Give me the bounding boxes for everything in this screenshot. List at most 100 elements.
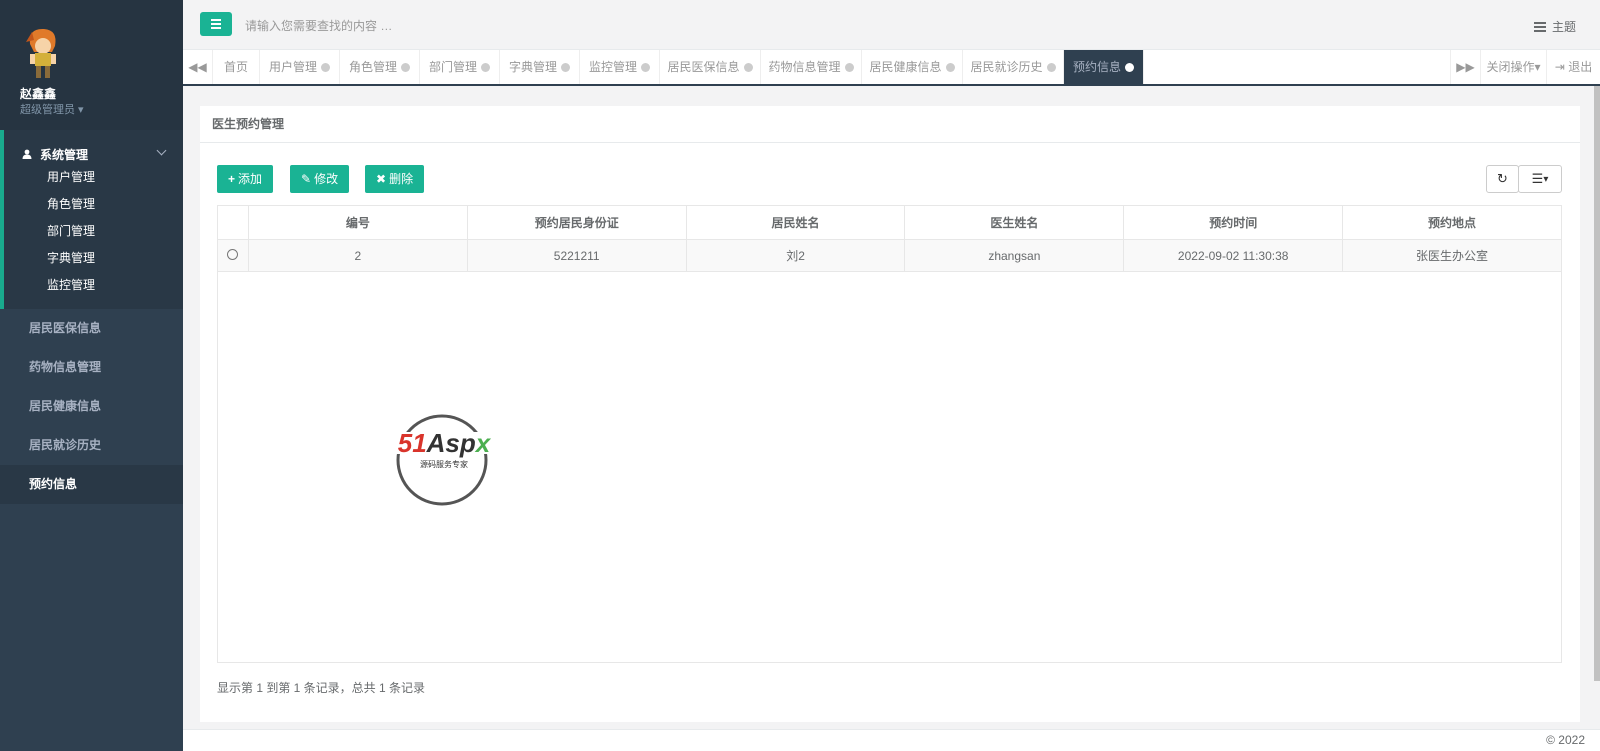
tab-visit-history[interactable]: 居民就诊历史	[963, 50, 1064, 84]
tab-monitor-management[interactable]: 监控管理	[580, 50, 660, 84]
page-scrollbar[interactable]	[1594, 86, 1600, 681]
column-header[interactable]: 编号	[247, 205, 468, 240]
times-icon: ✖	[376, 172, 387, 186]
tab-dictionary-management[interactable]: 字典管理	[500, 50, 580, 84]
logout-button[interactable]: ⇥ 退出	[1546, 50, 1600, 84]
user-name[interactable]: 赵鑫鑫	[20, 85, 56, 102]
tab-resident-insurance[interactable]: 居民医保信息	[660, 50, 761, 84]
footer: © 2022	[183, 729, 1600, 751]
tab-label: 居民健康信息	[869, 60, 942, 74]
nav-drug-info[interactable]: 药物信息管理	[0, 348, 183, 387]
table-row[interactable]: 2 5221211 刘2 zhangsan 2022-09-02 11:30:3…	[217, 239, 1562, 272]
nav-sub-dictionary-management[interactable]: 字典管理	[4, 245, 183, 272]
close-icon[interactable]	[844, 63, 854, 72]
table-cell: 张医生办公室	[1342, 239, 1562, 272]
appointment-panel: 医生预约管理 + 添加 ✎ 修改 ✖ 删除 ↻ ☰ ▾ 编号 预约居民身份证 居民姓名 …	[200, 106, 1580, 722]
table-cell: 2022-09-02 11:30:38	[1123, 239, 1344, 272]
theme-button[interactable]: 主题	[1533, 18, 1576, 35]
tab-appointment-info[interactable]: 预约信息	[1064, 50, 1144, 84]
edit-button-label: 修改	[314, 172, 339, 186]
tab-drug-info[interactable]: 药物信息管理	[761, 50, 862, 84]
column-header[interactable]: 医生姓名	[904, 205, 1125, 240]
row-select-cell	[217, 239, 249, 272]
watermark-logo: 51Aspx 源码服务专家	[380, 414, 510, 506]
user-icon	[22, 149, 32, 159]
column-header[interactable]: 预约地点	[1342, 205, 1562, 240]
add-button[interactable]: + 添加	[217, 165, 274, 193]
caret-down-icon: ▾	[1543, 173, 1549, 185]
column-header[interactable]: 预约时间	[1123, 205, 1344, 240]
nav-resident-health[interactable]: 居民健康信息	[0, 387, 183, 426]
close-icon[interactable]	[743, 63, 753, 72]
list-icon: ☰	[1531, 171, 1544, 186]
tab-label: 居民医保信息	[667, 60, 740, 74]
caret-down-icon: ▾	[1534, 60, 1541, 74]
table-cell: 5221211	[466, 239, 687, 272]
hamburger-icon-line	[211, 27, 221, 29]
pagination-info: 显示第 1 到第 1 条记录，总共 1 条记录	[217, 681, 426, 695]
avatar[interactable]	[22, 26, 62, 80]
copyright-text: © 2022	[1546, 733, 1585, 747]
delete-button[interactable]: ✖ 删除	[365, 165, 425, 193]
theme-label: 主题	[1551, 20, 1576, 34]
table-header-row: 编号 预约居民身份证 居民姓名 医生姓名 预约时间 预约地点	[217, 205, 1562, 240]
nav-visit-history[interactable]: 居民就诊历史	[0, 426, 183, 465]
close-icon[interactable]	[1046, 63, 1056, 72]
logout-icon: ⇥	[1554, 60, 1569, 74]
close-icon[interactable]	[561, 63, 570, 72]
panel-title: 医生预约管理	[200, 106, 1580, 143]
theme-icon	[1533, 21, 1546, 32]
table-cell: zhangsan	[904, 239, 1125, 272]
tab-scroll-right-icon[interactable]: ▶▶	[1450, 50, 1480, 84]
refresh-icon: ↻	[1497, 171, 1508, 186]
refresh-button[interactable]: ↻	[1486, 165, 1519, 193]
nav-appointment-info[interactable]: 预约信息	[0, 465, 183, 504]
close-icon[interactable]	[321, 63, 330, 72]
row-radio[interactable]	[227, 248, 239, 260]
tab-bar: ◀◀ 首页 用户管理 角色管理 部门管理 字典管理 监控管理 居民医保信息 药物…	[183, 50, 1600, 86]
close-icon[interactable]	[1125, 63, 1134, 72]
nav-sub-user-management[interactable]: 用户管理	[4, 164, 183, 191]
edit-icon: ✎	[301, 172, 312, 186]
nav-sub-monitor-management[interactable]: 监控管理	[4, 272, 183, 299]
nav-group-system: 系统管理 用户管理 角色管理 部门管理 字典管理 监控管理	[0, 130, 183, 309]
appointment-table: 编号 预约居民身份证 居民姓名 医生姓名 预约时间 预约地点 2 5221211…	[217, 205, 1562, 272]
nav-resident-insurance[interactable]: 居民医保信息	[0, 309, 183, 348]
close-icon[interactable]	[401, 63, 410, 72]
chevron-down-icon	[156, 145, 167, 156]
select-header	[217, 205, 249, 240]
tab-label: 药物信息管理	[768, 60, 841, 74]
search-input[interactable]: 请输入您需要查找的内容 …	[245, 17, 392, 34]
nav-sub-department-management[interactable]: 部门管理	[4, 218, 183, 245]
close-icon[interactable]	[641, 63, 650, 72]
tab-label: 首页	[223, 60, 248, 74]
tab-label: 部门管理	[428, 60, 477, 74]
menu-toggle-button[interactable]	[200, 12, 232, 36]
nav-sub-role-management[interactable]: 角色管理	[4, 191, 183, 218]
hamburger-icon-line	[211, 23, 221, 25]
tab-department-management[interactable]: 部门管理	[420, 50, 500, 84]
logout-label: 退出	[1568, 60, 1593, 74]
close-operations-dropdown[interactable]: 关闭操作▾	[1480, 50, 1546, 84]
tab-resident-health[interactable]: 居民健康信息	[862, 50, 963, 84]
edit-button[interactable]: ✎ 修改	[290, 165, 350, 193]
user-role-dropdown[interactable]: 超级管理员 ▾	[20, 101, 84, 117]
nav-system-management[interactable]: 系统管理	[4, 144, 183, 164]
close-icon[interactable]	[481, 63, 490, 72]
tab-role-management[interactable]: 角色管理	[340, 50, 420, 84]
tab-home[interactable]: 首页	[213, 50, 260, 84]
watermark-brand: 51Aspx	[398, 428, 492, 458]
tab-user-management[interactable]: 用户管理	[260, 50, 340, 84]
columns-toggle-button[interactable]: ☰ ▾	[1518, 165, 1562, 193]
add-button-label: 添加	[238, 172, 263, 186]
tab-label: 字典管理	[508, 60, 557, 74]
caret-down-icon: ▾	[75, 104, 84, 116]
tab-label: 预约信息	[1072, 60, 1121, 74]
column-header[interactable]: 居民姓名	[685, 205, 906, 240]
user-role-label: 超级管理员	[20, 104, 75, 116]
close-icon[interactable]	[945, 63, 955, 72]
tab-label: 居民就诊历史	[970, 60, 1043, 74]
tab-scroll-left-icon[interactable]: ◀◀	[183, 50, 213, 84]
column-header[interactable]: 预约居民身份证	[466, 205, 687, 240]
tab-label: 角色管理	[348, 60, 397, 74]
